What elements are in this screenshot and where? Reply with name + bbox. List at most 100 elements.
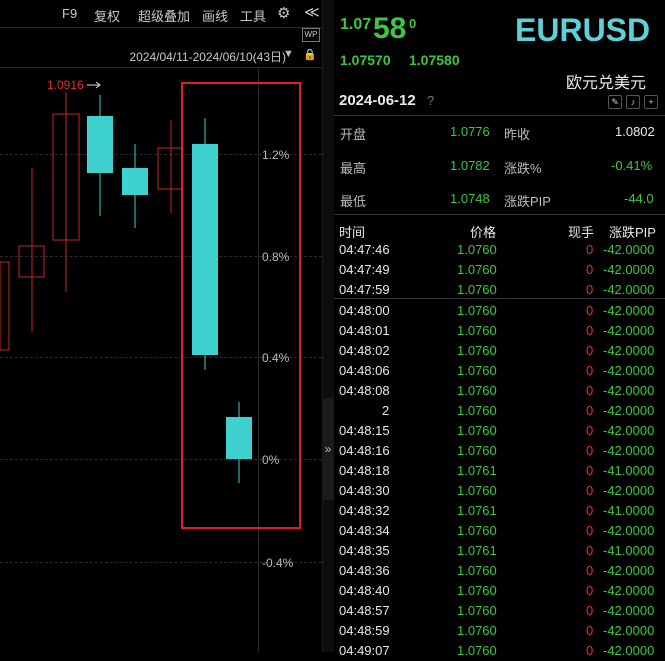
col-change-pip: 涨跌PIP [609,225,656,240]
tick-row: 04:48:08 1.0760 0 -42.0000 [334,381,665,401]
tick-time: 04:48:35 [339,543,390,558]
tick-time: 04:48:57 [339,603,390,618]
help-icon[interactable]: ? [427,93,434,108]
tick-change: -42.0000 [603,523,655,538]
tick-change: -42.0000 [603,563,655,578]
quote-date: 2024-06-12 [339,92,416,109]
tick-row: 04:47:49 1.0760 0 -42.0000 [334,260,665,280]
symbol-code: EURUSD [515,12,651,48]
change-pip-value: -44.0 [624,191,654,206]
add-icon[interactable]: + [644,95,658,109]
tick-volume: 0 [586,443,594,458]
divider [334,115,665,116]
col-time: 时间 [339,225,366,240]
tick-price: 1.0760 [457,423,497,438]
tick-row: 04:47:59 1.0760 0 -42.0000 [334,280,665,300]
candle-cyan [192,144,218,355]
prev-close-label: 昨收 [504,127,531,142]
tick-time: 04:48:30 [339,483,390,498]
tick-row: 04:47:46 1.0760 0 -42.0000 [334,240,665,260]
tick-row: 04:48:02 1.0760 0 -42.0000 [334,341,665,361]
tick-time: 04:48:15 [339,423,390,438]
tick-time: 04:48:06 [339,363,390,378]
tick-volume: 0 [586,643,594,658]
tick-volume: 0 [586,543,594,558]
col-price: 价格 [470,225,497,240]
tick-price: 1.0761 [457,503,497,518]
tick-change: -42.0000 [603,343,655,358]
tick-price: 1.0761 [457,543,497,558]
candle-red [157,147,183,190]
tick-volume: 0 [586,423,594,438]
tick-volume: 0 [586,483,594,498]
tick-volume: 0 [586,323,594,338]
tick-change: -42.0000 [603,383,655,398]
tick-time: 04:48:18 [339,463,390,478]
tick-time: 04:47:46 [339,242,390,257]
open-value: 1.0776 [450,124,490,139]
tick-time: 04:48:32 [339,503,390,518]
tick-row: 04:48:01 1.0760 0 -42.0000 [334,321,665,341]
tick-volume: 0 [586,563,594,578]
tick-price: 1.0760 [457,643,497,658]
tick-row: 04:48:32 1.0761 0 -41.0000 [334,501,665,521]
divider [334,298,665,299]
tick-row: 04:48:59 1.0760 0 -42.0000 [334,621,665,641]
tick-price: 1.0760 [457,343,497,358]
tick-price: 1.0760 [457,403,497,418]
high-value: 1.0782 [450,158,490,173]
expand-panel-arrow-icon[interactable]: » [322,398,334,500]
tick-row: 04:48:35 1.0761 0 -41.0000 [334,541,665,561]
price-small: 1.07 [340,16,372,33]
prev-close-value: 1.0802 [615,124,655,139]
tick-change: -42.0000 [603,643,655,658]
tick-volume: 0 [586,503,594,518]
high-marker-label: 1.0916 [47,78,84,92]
low-label: 最低 [340,194,367,209]
tick-volume: 0 [586,583,594,598]
tick-change: -42.0000 [603,282,655,297]
tick-change: -41.0000 [603,543,655,558]
tick-time: 04:48:59 [339,623,390,638]
tick-row: 04:48:30 1.0760 0 -42.0000 [334,481,665,501]
divider [334,214,665,215]
tick-row: 04:48:34 1.0760 0 -42.0000 [334,521,665,541]
tick-row: 04:48:36 1.0760 0 -42.0000 [334,561,665,581]
tick-table-header: 时间 价格 现手 涨跌PIP [334,220,665,240]
bid-price: 1.07570 [340,52,391,68]
tick-volume: 0 [586,343,594,358]
tick-price: 1.0760 [457,303,497,318]
tick-row: 04:48:15 1.0760 0 -42.0000 [334,421,665,441]
tick-price: 1.0760 [457,623,497,638]
low-value: 1.0748 [450,191,490,206]
tick-time: 04:48:36 [339,563,390,578]
tick-volume: 0 [586,363,594,378]
tick-price: 1.0760 [457,323,497,338]
tick-price: 1.0760 [457,483,497,498]
tick-price: 1.0760 [457,282,497,297]
tick-row: 04:48:06 1.0760 0 -42.0000 [334,361,665,381]
bell-icon[interactable]: ♪ [626,95,640,109]
tick-volume: 0 [586,603,594,618]
tick-volume: 0 [586,623,594,638]
tick-row: 04:48:16 1.0760 0 -42.0000 [334,441,665,461]
quote-panel: 1.07 58 0 1.07570 1.07580 EURUSD 欧元兑美元 2… [334,0,665,658]
tick-row: 2 1.0760 0 -42.0000 [334,401,665,421]
tick-price: 1.0760 [457,363,497,378]
tick-row: 04:48:57 1.0760 0 -42.0000 [334,601,665,621]
tick-change: -42.0000 [603,603,655,618]
tick-change: -42.0000 [603,623,655,638]
tick-row: 04:49:07 1.0760 0 -42.0000 [334,641,665,661]
change-pct-label: 涨跌% [504,161,542,176]
tick-row: 04:48:00 1.0760 0 -42.0000 [334,301,665,321]
tick-price: 1.0760 [457,262,497,277]
tick-time: 04:48:40 [339,583,390,598]
tick-change: -42.0000 [603,403,655,418]
tick-volume: 0 [586,383,594,398]
candles-svg [0,81,301,529]
tick-price: 1.0760 [457,583,497,598]
tick-change: -42.0000 [603,262,655,277]
high-label: 最高 [340,161,367,176]
kline-chart-panel[interactable]: F9 复权 超级叠加 画线 工具 ⚙ ≪ WP 2024/04/11-2024/… [0,0,322,652]
edit-icon[interactable]: ✎ [608,95,622,109]
